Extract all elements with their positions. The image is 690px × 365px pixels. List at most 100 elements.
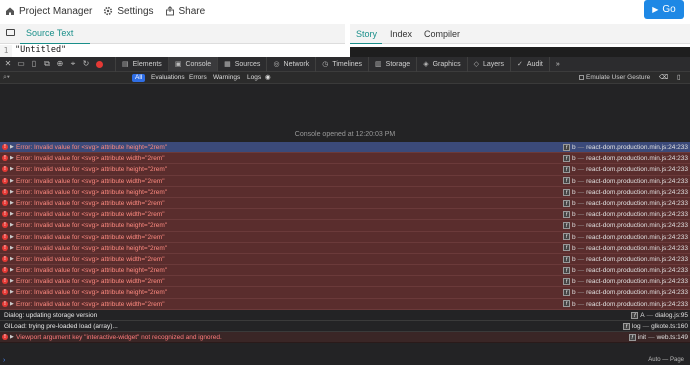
tab-elements[interactable]: ▤ Elements (115, 56, 168, 72)
console-message-row[interactable]: ! ▶ Error: Invalid value for <svg> attribu… (0, 153, 690, 165)
console-message-row[interactable]: Dialog: updating storage version f A — dialo… (0, 309, 690, 321)
console-message-row[interactable]: ! ▶ Error: Invalid value for <svg> attribu… (0, 287, 690, 299)
expand-triangle-icon[interactable]: ▶ (10, 287, 14, 298)
tab-story[interactable]: Story (356, 29, 377, 39)
undock-icon[interactable]: ⧉ (42, 59, 52, 69)
source-file[interactable]: react-dom.production.min.js:24:233 (586, 256, 688, 263)
clear-console-icon[interactable]: ⌫ (656, 74, 671, 82)
source-location[interactable]: f b — react-dom.production.min.js:24:233 (562, 254, 688, 265)
console-prompt-row[interactable]: › Auto — Page (0, 357, 690, 365)
source-file[interactable]: react-dom.production.min.js:24:233 (586, 301, 688, 308)
tab-network[interactable]: ◎ Network (266, 56, 315, 72)
console-message-row[interactable]: ! ▶ Error: Invalid value for <svg> attribu… (0, 164, 690, 176)
expand-triangle-icon[interactable]: ▶ (10, 276, 14, 287)
source-location[interactable]: f b — react-dom.production.min.js:24:233 (562, 153, 688, 164)
source-location[interactable]: f init — web.ts:149 (628, 332, 688, 343)
source-file[interactable]: react-dom.production.min.js:24:233 (586, 144, 688, 151)
tab-compiler[interactable]: Compiler (424, 29, 460, 39)
expand-triangle-icon[interactable]: ▶ (10, 176, 14, 187)
console-message-row[interactable]: ! ▶ Error: Invalid value for <svg> attribu… (0, 253, 690, 266)
expand-triangle-icon[interactable]: ▶ (10, 153, 14, 164)
dock-bottom-icon[interactable]: ▭ (16, 59, 26, 69)
tab-console[interactable]: ▣ Console (167, 56, 218, 72)
dock-side-icon[interactable]: ▯ (29, 59, 39, 69)
source-file[interactable]: react-dom.production.min.js:24:233 (586, 289, 688, 296)
source-file[interactable]: react-dom.production.min.js:24:233 (586, 166, 688, 173)
source-file[interactable]: glkote.ts:160 (651, 323, 688, 330)
console-message-row[interactable]: ! ▶ Error: Invalid value for <svg> attribu… (0, 231, 690, 243)
source-location[interactable]: f b — react-dom.production.min.js:24:233 (562, 187, 688, 198)
source-file[interactable]: react-dom.production.min.js:24:233 (586, 267, 688, 274)
console-message-row[interactable]: ! ▶ Error: Invalid value for <svg> attribu… (0, 209, 690, 221)
tab-audit[interactable]: ✓ Audit (510, 56, 549, 72)
error-count-icon[interactable] (96, 60, 103, 68)
source-location[interactable]: f b — react-dom.production.min.js:24:233 (562, 232, 688, 243)
console-message-row[interactable]: ! ▶ Error: Invalid value for <svg> attribu… (0, 220, 690, 232)
console-message-row[interactable]: ! ▶ Error: Invalid value for <svg> attribu… (0, 298, 690, 310)
console-message-row[interactable]: ! ▶ Error: Invalid value for <svg> attribu… (0, 265, 690, 277)
filter-errors[interactable]: Errors (186, 74, 210, 82)
tab-storage[interactable]: ▥ Storage (368, 56, 416, 72)
expand-triangle-icon[interactable]: ▶ (10, 332, 14, 343)
tab-timelines[interactable]: ◷ Timelines (315, 56, 368, 72)
target-icon[interactable]: ⊕ (55, 59, 65, 69)
source-file[interactable]: react-dom.production.min.js:24:233 (586, 189, 688, 196)
source-file[interactable]: react-dom.production.min.js:24:233 (586, 278, 688, 285)
tab-graphics[interactable]: ◈ Graphics (416, 56, 466, 72)
source-file[interactable]: react-dom.production.min.js:24:233 (586, 211, 688, 218)
filter-options-icon[interactable]: ◉ (262, 74, 274, 82)
close-icon[interactable]: ✕ (3, 59, 13, 69)
source-location[interactable]: f A — dialog.js:95 (631, 310, 688, 321)
console-message-row[interactable]: ! ▶ Error: Invalid value for <svg> attribu… (0, 142, 690, 154)
source-location[interactable]: f b — react-dom.production.min.js:24:233 (562, 265, 688, 276)
folder-icon[interactable] (6, 29, 15, 36)
source-location[interactable]: f log — glkote.ts:160 (622, 321, 688, 332)
console-message-row[interactable]: ! ▶ Error: Invalid value for <svg> attribu… (0, 276, 690, 288)
expand-triangle-icon[interactable]: ▶ (10, 164, 14, 175)
expand-triangle-icon[interactable]: ▶ (10, 232, 14, 243)
console-message-row[interactable]: ! ▶ Viewport argument key "interactive-wid… (0, 332, 690, 344)
expand-triangle-icon[interactable]: ▶ (10, 299, 14, 310)
tab-index[interactable]: Index (390, 29, 412, 39)
settings-link[interactable]: Settings (103, 6, 154, 17)
expand-triangle-icon[interactable]: ▶ (10, 243, 14, 254)
source-location[interactable]: f b — react-dom.production.min.js:24:233 (562, 164, 688, 175)
filter-all[interactable]: All (132, 74, 146, 82)
console-message-row[interactable]: ! ▶ Error: Invalid value for <svg> attribu… (0, 175, 690, 187)
expand-triangle-icon[interactable]: ▶ (10, 187, 14, 198)
console-message-row[interactable]: ! ▶ Error: Invalid value for <svg> attribu… (0, 242, 690, 254)
source-location[interactable]: f b — react-dom.production.min.js:24:233 (562, 176, 688, 187)
expand-triangle-icon[interactable]: ▶ (10, 265, 14, 276)
source-location[interactable]: f b — react-dom.production.min.js:24:233 (562, 142, 688, 153)
source-location[interactable]: f b — react-dom.production.min.js:24:233 (562, 209, 688, 220)
source-file[interactable]: react-dom.production.min.js:24:233 (586, 200, 688, 207)
expand-triangle-icon[interactable]: ▶ (10, 198, 14, 209)
console-message-row[interactable]: ! ▶ Error: Invalid value for <svg> attribu… (0, 197, 690, 210)
source-file[interactable]: dialog.js:95 (655, 312, 688, 319)
more-tabs[interactable]: » (548, 56, 566, 72)
filter-evaluations[interactable]: Evaluations (148, 74, 188, 82)
share-link[interactable]: Share (165, 6, 205, 17)
split-icon[interactable]: ▯ (674, 74, 684, 82)
source-location[interactable]: f b — react-dom.production.min.js:24:233 (562, 276, 688, 287)
source-location[interactable]: f b — react-dom.production.min.js:24:233 (562, 220, 688, 231)
source-location[interactable]: f b — react-dom.production.min.js:24:233 (562, 299, 688, 310)
filter-warnings[interactable]: Warnings (210, 74, 243, 82)
project-manager-link[interactable]: Project Manager (5, 6, 92, 17)
emulate-checkbox[interactable] (579, 75, 584, 80)
source-file[interactable]: react-dom.production.min.js:24:233 (586, 245, 688, 252)
tab-sources[interactable]: ▦ Sources (217, 56, 266, 72)
inspect-icon[interactable]: ⌖ (68, 59, 78, 69)
filter-search-icon[interactable]: ⌕▾ (3, 74, 10, 82)
source-file[interactable]: react-dom.production.min.js:24:233 (586, 178, 688, 185)
expand-triangle-icon[interactable]: ▶ (10, 209, 14, 220)
source-file[interactable]: react-dom.production.min.js:24:233 (586, 222, 688, 229)
expand-triangle-icon[interactable]: ▶ (10, 220, 14, 231)
code-line[interactable]: "Untitled" (15, 45, 66, 56)
tab-layers[interactable]: ◇ Layers (466, 56, 510, 72)
source-file[interactable]: react-dom.production.min.js:24:233 (586, 155, 688, 162)
go-button[interactable]: ▶ Go (644, 0, 684, 19)
source-location[interactable]: f b — react-dom.production.min.js:24:233 (562, 243, 688, 254)
expand-triangle-icon[interactable]: ▶ (10, 254, 14, 265)
tab-source-text[interactable]: Source Text (26, 28, 73, 38)
